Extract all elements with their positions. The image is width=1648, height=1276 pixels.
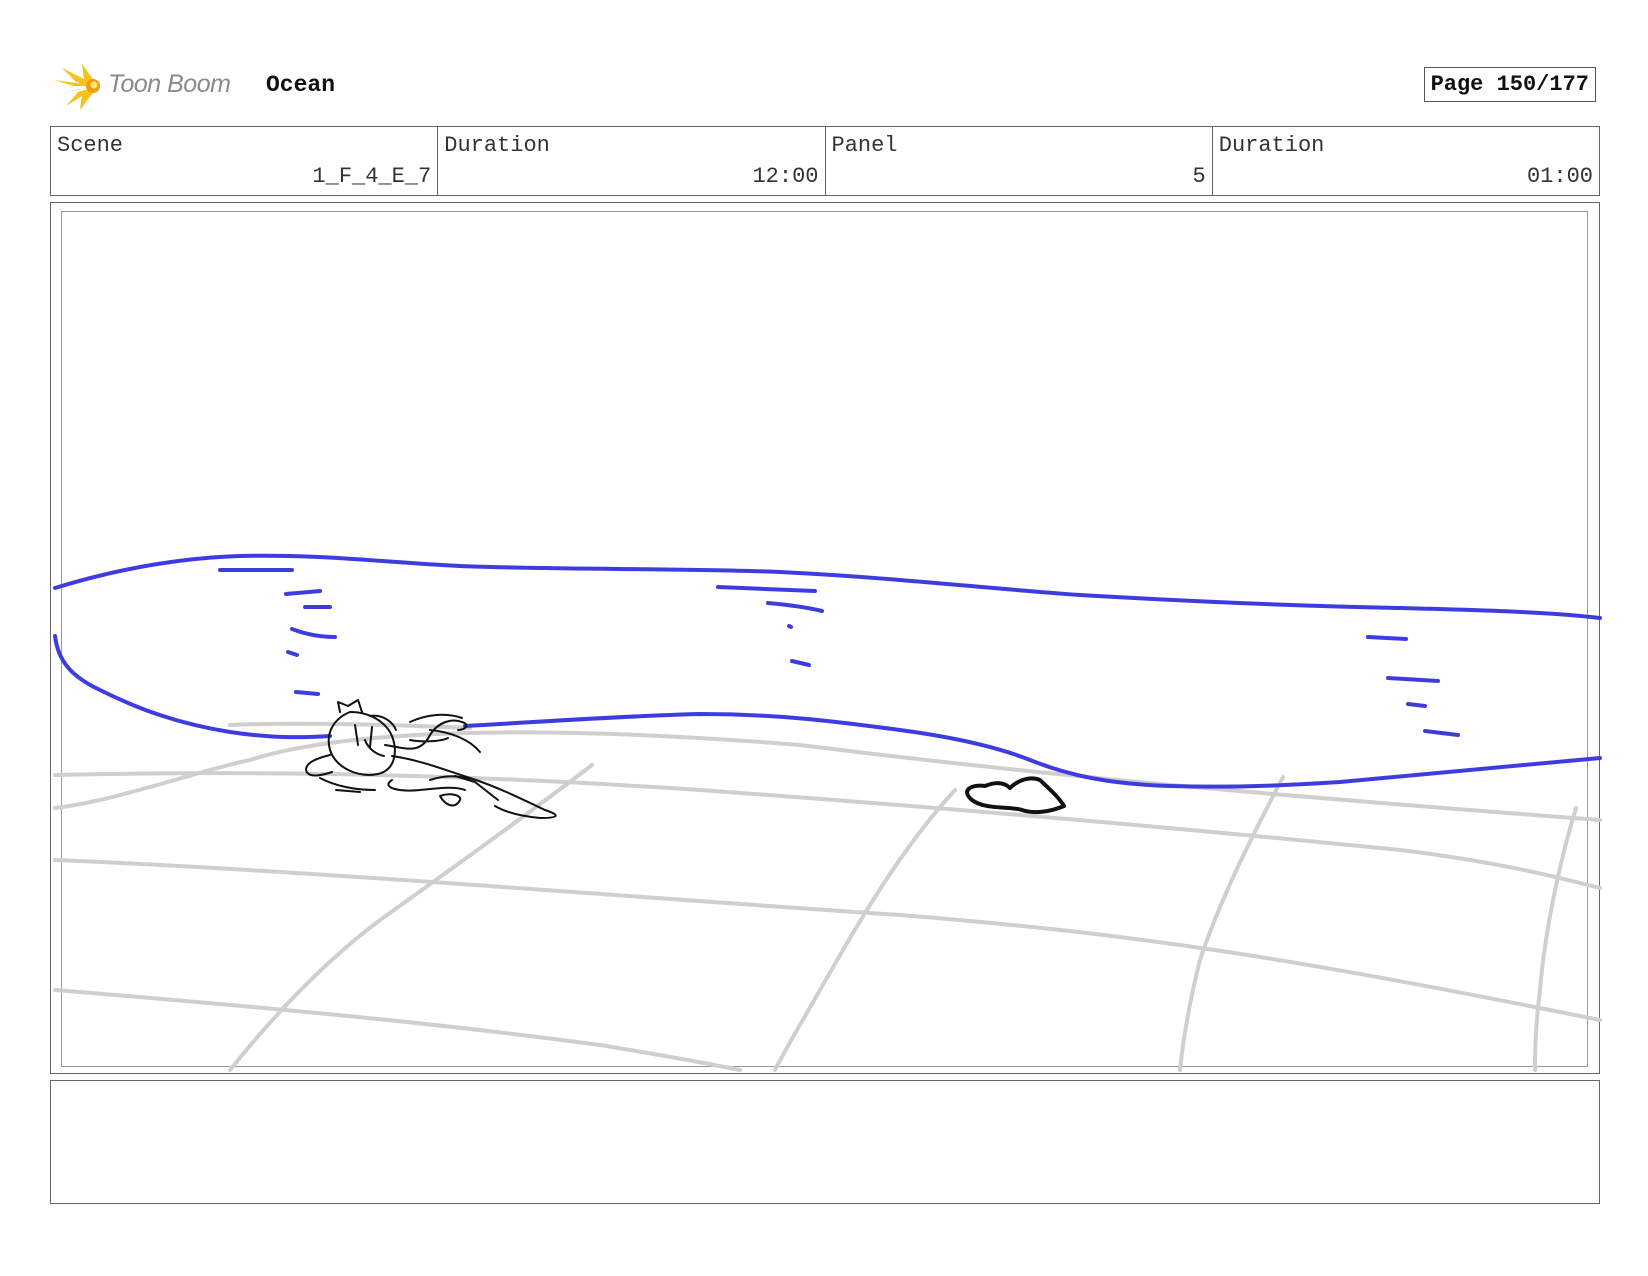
- panel-duration-cell: Duration 01:00: [1213, 127, 1599, 195]
- panel-label: Panel: [831, 133, 898, 158]
- project-title: Ocean: [266, 72, 336, 98]
- scene-duration-label: Duration: [444, 133, 550, 158]
- brand-name: Toon Boom: [108, 70, 231, 98]
- page-header: Toon Boom Ocean Page 150/177: [50, 58, 1600, 110]
- toon-boom-starburst-icon: [54, 64, 100, 110]
- panel-notes-box: [50, 1080, 1600, 1204]
- scene-duration-value: 12:00: [752, 164, 819, 189]
- panel-cell: Panel 5: [826, 127, 1213, 195]
- panel-duration-value: 01:00: [1526, 164, 1593, 189]
- panel-frame-inner: [61, 211, 1588, 1067]
- scene-info-table: Scene 1_F_4_E_7 Duration 12:00 Panel 5 D…: [50, 126, 1600, 196]
- scene-duration-cell: Duration 12:00: [438, 127, 826, 195]
- page-indicator: Page 150/177: [1423, 67, 1596, 102]
- panel-value: 5: [1192, 164, 1206, 189]
- scene-cell: Scene 1_F_4_E_7: [51, 127, 439, 195]
- scene-label: Scene: [57, 133, 124, 158]
- panel-duration-label: Duration: [1218, 133, 1325, 158]
- scene-value: 1_F_4_E_7: [312, 164, 432, 189]
